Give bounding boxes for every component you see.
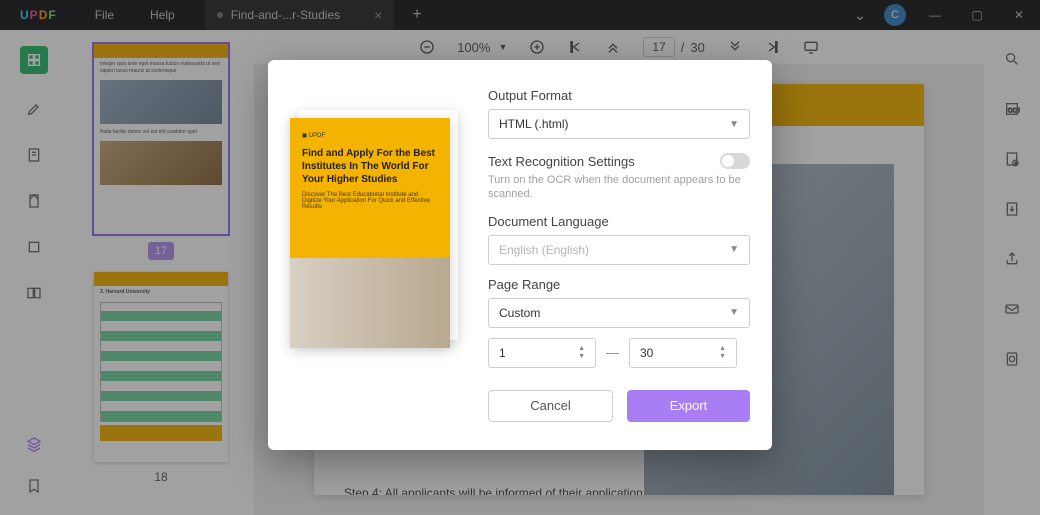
ocr-label: Text Recognition Settings xyxy=(488,154,635,169)
output-format-select[interactable]: HTML (.html)▼ xyxy=(488,109,750,139)
output-format-label: Output Format xyxy=(488,88,750,103)
step-down-icon[interactable]: ▼ xyxy=(719,353,726,360)
step-down-icon[interactable]: ▼ xyxy=(578,353,585,360)
range-to-input[interactable]: 30 ▲▼ xyxy=(629,338,737,368)
modal-overlay: ◼ UPDF Find and Apply For the Best Insti… xyxy=(0,0,1040,515)
chevron-down-icon: ▼ xyxy=(729,119,739,130)
range-separator: — xyxy=(606,345,619,360)
language-select[interactable]: English (English)▼ xyxy=(488,235,750,265)
cancel-button[interactable]: Cancel xyxy=(488,390,613,422)
page-range-label: Page Range xyxy=(488,277,750,292)
page-range-select[interactable]: Custom▼ xyxy=(488,298,750,328)
chevron-down-icon: ▼ xyxy=(729,307,739,318)
ocr-toggle[interactable] xyxy=(720,153,750,169)
export-button[interactable]: Export xyxy=(627,390,750,422)
step-up-icon[interactable]: ▲ xyxy=(578,345,585,352)
preview-title: Find and Apply For the Best Institutes I… xyxy=(302,147,438,186)
chevron-down-icon: ▼ xyxy=(729,244,739,255)
preview-subtitle: Discover The Best Educational Institute … xyxy=(302,192,438,210)
export-dialog: ◼ UPDF Find and Apply For the Best Insti… xyxy=(268,60,772,450)
language-label: Document Language xyxy=(488,214,750,229)
step-up-icon[interactable]: ▲ xyxy=(719,345,726,352)
ocr-hint: Turn on the OCR when the document appear… xyxy=(488,173,750,202)
range-from-input[interactable]: 1 ▲▼ xyxy=(488,338,596,368)
export-preview: ◼ UPDF Find and Apply For the Best Insti… xyxy=(290,88,464,422)
